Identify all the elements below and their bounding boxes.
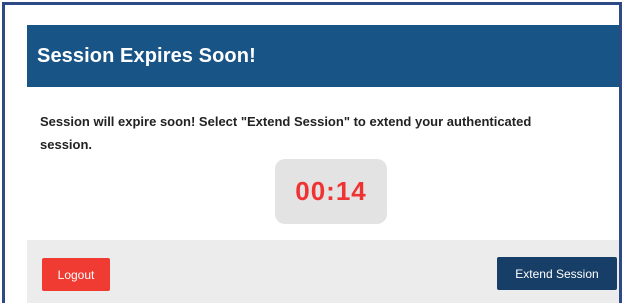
logout-button[interactable]: Logout [42,258,110,291]
dialog-header: Session Expires Soon! [27,25,619,87]
session-expiry-dialog: Session Expires Soon! Session will expir… [27,25,619,303]
dialog-title: Session Expires Soon! [37,44,256,67]
screenshot-frame: Session Expires Soon! Session will expir… [2,2,622,303]
extend-session-button[interactable]: Extend Session [497,257,617,290]
dialog-message: Session will expire soon! Select "Extend… [40,114,532,152]
countdown-timer: 00:14 [295,176,367,206]
dialog-footer: Logout Extend Session [27,240,619,303]
countdown-box: 00:14 [275,159,387,224]
